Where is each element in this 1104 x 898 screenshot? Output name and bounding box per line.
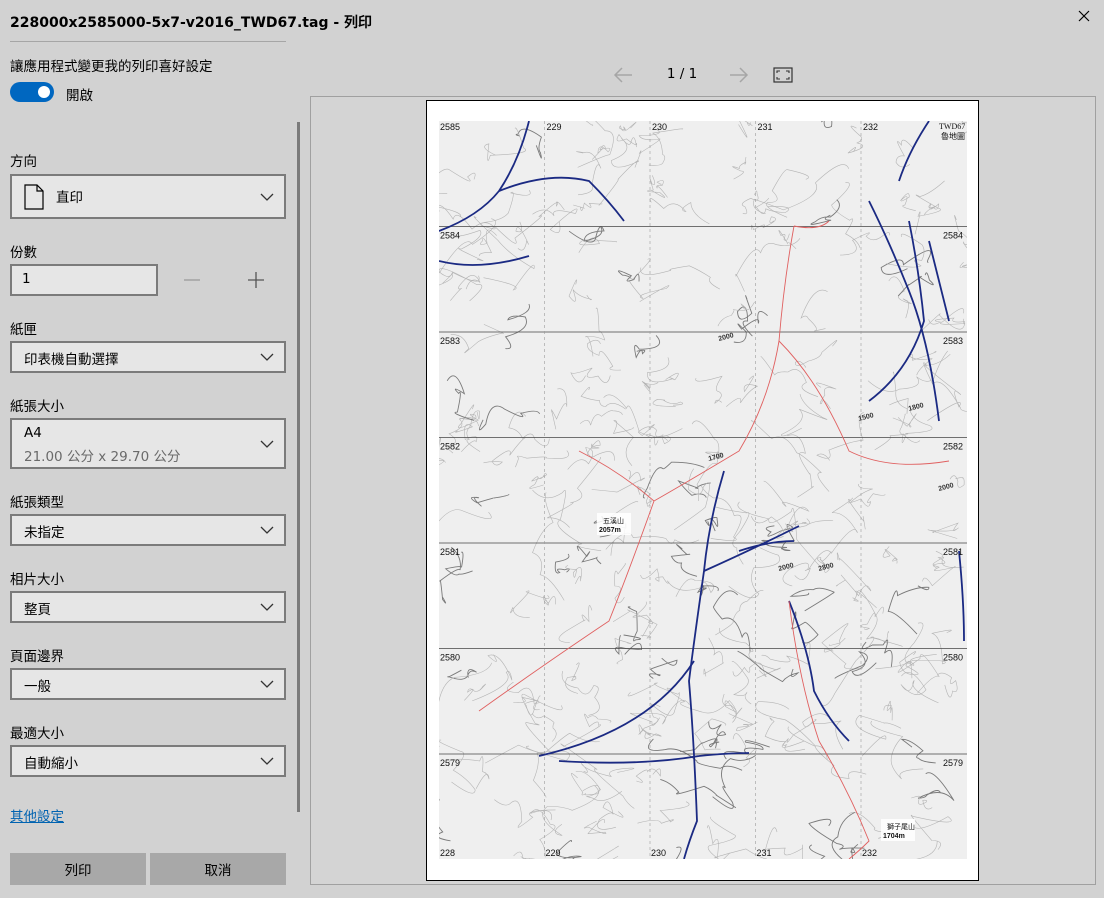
grid-label-left: 2582	[440, 442, 460, 452]
chevron-down-icon	[260, 193, 274, 201]
grid-label-bottom: 228	[440, 848, 455, 858]
grid-label-right: 2580	[943, 653, 963, 663]
decrement-copies-button[interactable]	[179, 267, 205, 293]
margins-value: 一般	[24, 679, 51, 695]
print-dialog: 228000x2585000-5x7-v2016_TWD67.tag - 列印 …	[0, 0, 1104, 898]
app-settings-label: 讓應用程式變更我的列印喜好設定	[10, 59, 213, 75]
chevron-down-icon	[260, 440, 274, 448]
fit-to-window-icon[interactable]	[772, 66, 794, 84]
orientation-label: 方向	[10, 154, 37, 170]
next-page-icon[interactable]	[726, 64, 750, 86]
dialog-title: 228000x2585000-5x7-v2016_TWD67.tag - 列印	[10, 15, 373, 31]
plus-icon	[248, 272, 264, 288]
tray-value: 印表機自動選擇	[24, 352, 119, 368]
copies-input[interactable]: 1	[10, 264, 158, 296]
cancel-button[interactable]: 取消	[150, 853, 286, 885]
fit-value: 自動縮小	[24, 756, 78, 772]
copies-value: 1	[22, 271, 31, 287]
grid-label-right: 2583	[943, 336, 963, 346]
grid-label-left: 2584	[440, 231, 460, 241]
grid-label-left: 2583	[440, 336, 460, 346]
increment-copies-button[interactable]	[243, 267, 269, 293]
grid-label-top: 229	[547, 122, 562, 132]
grid-label-left: 2581	[440, 547, 460, 557]
grid-label-right: 2582	[943, 442, 963, 452]
settings-panel: 讓應用程式變更我的列印喜好設定 開啟 方向 直印 份數 1 紙匣 印表機自動選擇	[0, 50, 300, 898]
peak-name: 五溪山	[603, 516, 624, 525]
page-counter: 1 / 1	[666, 66, 698, 82]
app-settings-toggle[interactable]	[10, 82, 54, 102]
copies-label: 份數	[10, 245, 37, 261]
map-corner-label: TWD67	[939, 122, 965, 131]
paper-type-select[interactable]: 未指定	[10, 514, 286, 546]
fit-select[interactable]: 自動縮小	[10, 745, 286, 777]
toggle-state-label: 開啟	[66, 88, 93, 104]
grid-label-bottom: 230	[651, 848, 666, 858]
title-divider	[10, 41, 286, 42]
topographic-map: 2585 2584 2584 2583 2583 2582 2582 2581 2581 2580…	[439, 121, 967, 859]
paper-type-value: 未指定	[24, 525, 65, 541]
previous-page-icon[interactable]	[612, 64, 636, 86]
grid-label-top: 231	[758, 122, 773, 132]
orientation-select[interactable]: 直印	[10, 174, 286, 219]
toggle-knob	[38, 86, 50, 98]
grid-label-right: 2579	[943, 758, 963, 768]
grid-label-left: 2580	[440, 653, 460, 663]
close-button[interactable]	[1068, 2, 1100, 30]
more-settings-link[interactable]: 其他設定	[10, 805, 64, 825]
minus-icon	[184, 279, 200, 281]
grid-label-top: 230	[652, 122, 667, 132]
page-navigator: 1 / 1	[600, 62, 800, 88]
map-corner-label: 魯地圖	[941, 131, 965, 141]
chevron-down-icon	[260, 603, 274, 611]
close-icon	[1078, 10, 1090, 22]
tray-label: 紙匣	[10, 322, 37, 338]
fit-label: 最適大小	[10, 726, 64, 742]
grid-label-bottom: 229	[546, 848, 561, 858]
print-button[interactable]: 列印	[10, 853, 146, 885]
grid-label-bottom: 232	[862, 848, 877, 858]
chevron-down-icon	[260, 526, 274, 534]
photo-size-select[interactable]: 整頁	[10, 591, 286, 623]
chevron-down-icon	[260, 680, 274, 688]
preview-page: 2585 2584 2584 2583 2583 2582 2582 2581 2581 2580…	[426, 100, 979, 881]
photo-size-value: 整頁	[24, 602, 51, 618]
grid-label-left: 2579	[440, 758, 460, 768]
portrait-page-icon	[24, 184, 44, 210]
paper-type-label: 紙張類型	[10, 495, 64, 511]
peak-elevation: 2057m	[599, 527, 621, 534]
paper-size-label: 紙張大小	[10, 399, 64, 415]
paper-size-select[interactable]: A4 21.00 公分 x 29.70 公分	[10, 418, 286, 469]
paper-size-value: A4	[24, 425, 42, 441]
orientation-value: 直印	[56, 190, 83, 206]
margins-label: 頁面邊界	[10, 649, 64, 665]
grid-label-left: 2585	[440, 122, 460, 132]
grid-label-bottom: 231	[757, 848, 772, 858]
grid-label-right: 2581	[943, 547, 963, 557]
photo-size-label: 相片大小	[10, 572, 64, 588]
settings-scrollbar[interactable]	[297, 122, 300, 812]
grid-label-top: 232	[863, 122, 878, 132]
grid-label-right: 2584	[943, 231, 963, 241]
paper-size-detail: 21.00 公分 x 29.70 公分	[24, 449, 181, 465]
chevron-down-icon	[260, 353, 274, 361]
peak-elevation: 1704m	[883, 833, 905, 840]
margins-select[interactable]: 一般	[10, 668, 286, 700]
peak-name: 獅子尾山	[887, 822, 915, 831]
tray-select[interactable]: 印表機自動選擇	[10, 341, 286, 373]
chevron-down-icon	[260, 757, 274, 765]
